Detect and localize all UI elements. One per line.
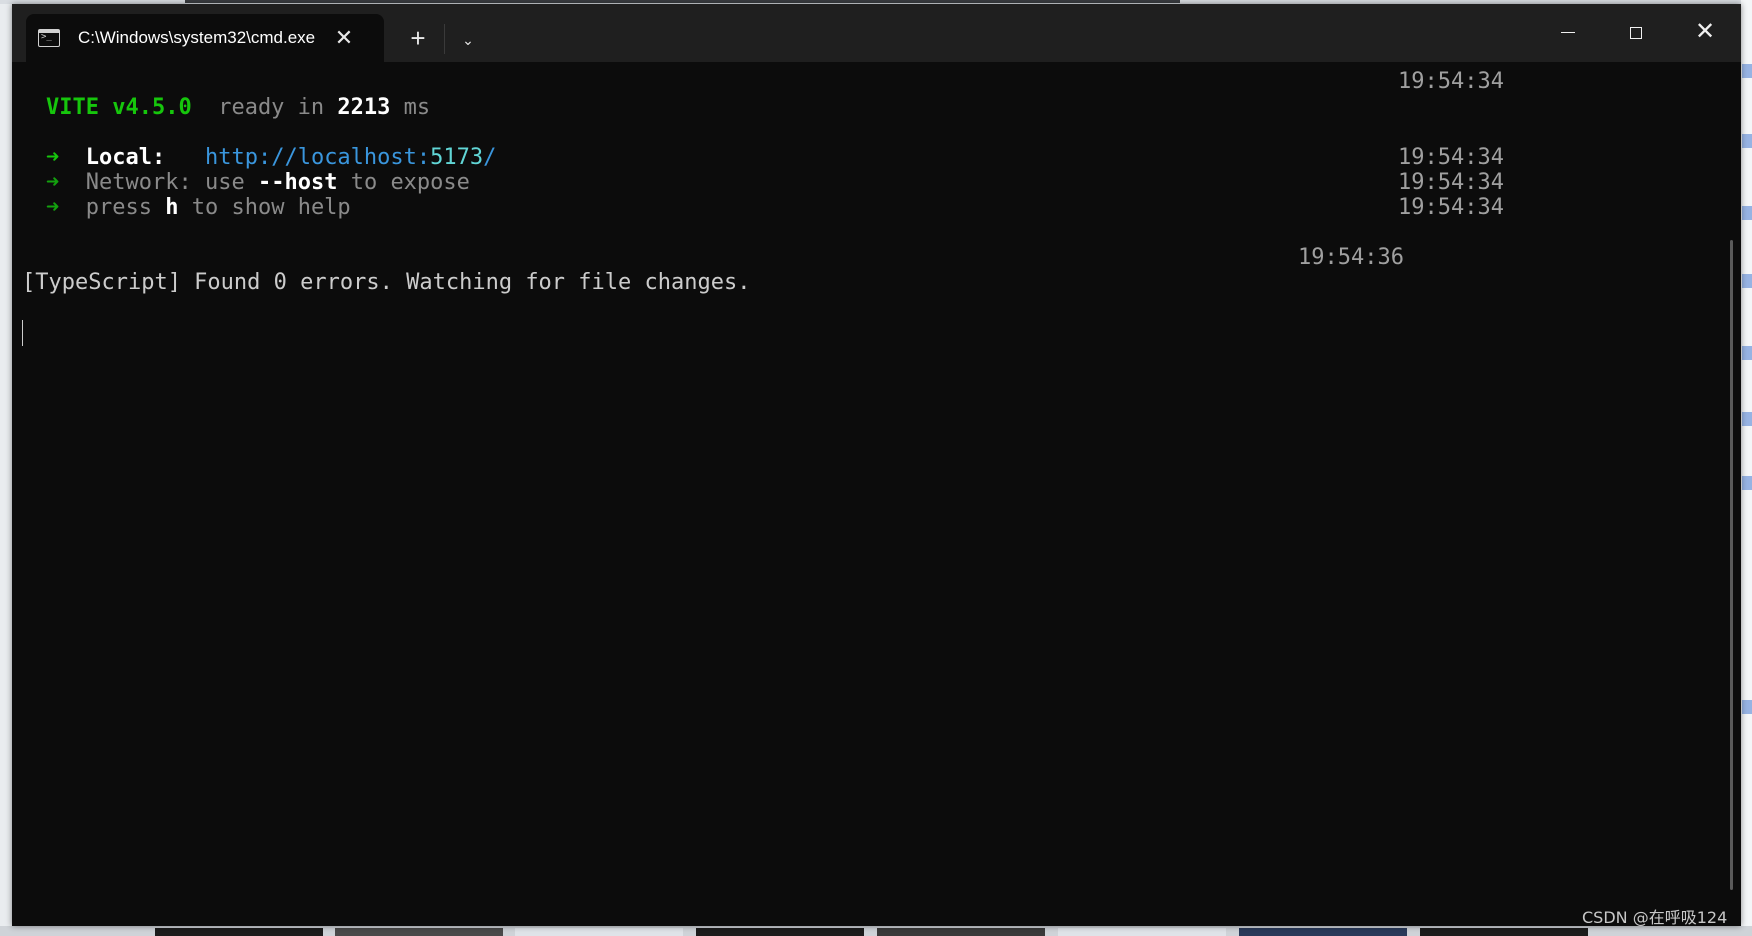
- help-line: ➜ press h to show help: [46, 194, 351, 222]
- background-window-right: [1741, 0, 1752, 936]
- tab-separator: [444, 24, 445, 54]
- tab-title: C:\Windows\system32\cmd.exe: [78, 28, 316, 47]
- tab-close-icon[interactable]: ✕: [328, 22, 360, 54]
- timestamp: 19:54:36: [1298, 245, 1404, 270]
- help-key: h: [165, 195, 179, 220]
- terminal-window: C:\Windows\system32\cmd.exe ✕ + ⌄ ✕ 19:5…: [12, 4, 1741, 926]
- timestamp: 19:54:34: [1398, 170, 1504, 195]
- vite-version: VITE v4.5.0: [46, 95, 192, 120]
- vite-ready-line: VITE v4.5.0 ready in 2213 ms: [46, 94, 430, 122]
- console-output[interactable]: 19:54:34 VITE v4.5.0 ready in 2213 ms ➜ …: [12, 62, 1741, 926]
- network-label: Network:: [85, 170, 192, 195]
- tab-cmd[interactable]: C:\Windows\system32\cmd.exe ✕: [26, 14, 384, 62]
- text-cursor: [22, 320, 23, 346]
- timestamp: 19:54:34: [1398, 145, 1504, 170]
- local-url-port: 5173: [430, 145, 484, 170]
- arrow-icon: ➜: [46, 145, 60, 170]
- watermark: CSDN @在呼吸124: [1582, 908, 1728, 927]
- ready-text: ready in: [218, 95, 325, 120]
- typescript-status-line: [TypeScript] Found 0 errors. Watching fo…: [22, 270, 751, 295]
- arrow-icon: ➜: [46, 170, 60, 195]
- help-pre: press: [85, 195, 152, 220]
- network-pre: use: [204, 170, 245, 195]
- scrollbar[interactable]: [1730, 240, 1733, 890]
- local-url-slash: /: [483, 145, 497, 170]
- local-label: Local:: [85, 145, 166, 170]
- arrow-icon: ➜: [46, 195, 60, 220]
- timestamp: 19:54:34: [1398, 69, 1504, 94]
- title-bar[interactable]: C:\Windows\system32\cmd.exe ✕ + ⌄ ✕: [12, 4, 1741, 62]
- network-line: ➜ Network: use --host to expose: [46, 169, 470, 197]
- ready-ms: 2213: [337, 95, 391, 120]
- maximize-icon: [1630, 26, 1642, 39]
- minimize-button[interactable]: [1540, 12, 1596, 52]
- ready-unit: ms: [403, 95, 431, 120]
- close-button[interactable]: ✕: [1677, 12, 1733, 52]
- network-post: to expose: [350, 170, 470, 195]
- minimize-icon: [1561, 32, 1575, 34]
- new-tab-button[interactable]: +: [400, 21, 436, 57]
- local-line: ➜ Local: http://localhost:5173/: [46, 144, 496, 172]
- local-url-link[interactable]: http://localhost:5173/: [205, 145, 496, 170]
- help-post: to show help: [191, 195, 351, 220]
- local-url-base: http://localhost:: [204, 145, 431, 170]
- timestamp: 19:54:34: [1398, 195, 1504, 220]
- taskbar-thumbnails: [0, 926, 1752, 936]
- profile-dropdown-icon[interactable]: ⌄: [452, 22, 484, 58]
- maximize-button[interactable]: [1608, 12, 1664, 52]
- terminal-icon: [38, 29, 60, 47]
- network-flag: --host: [257, 170, 338, 195]
